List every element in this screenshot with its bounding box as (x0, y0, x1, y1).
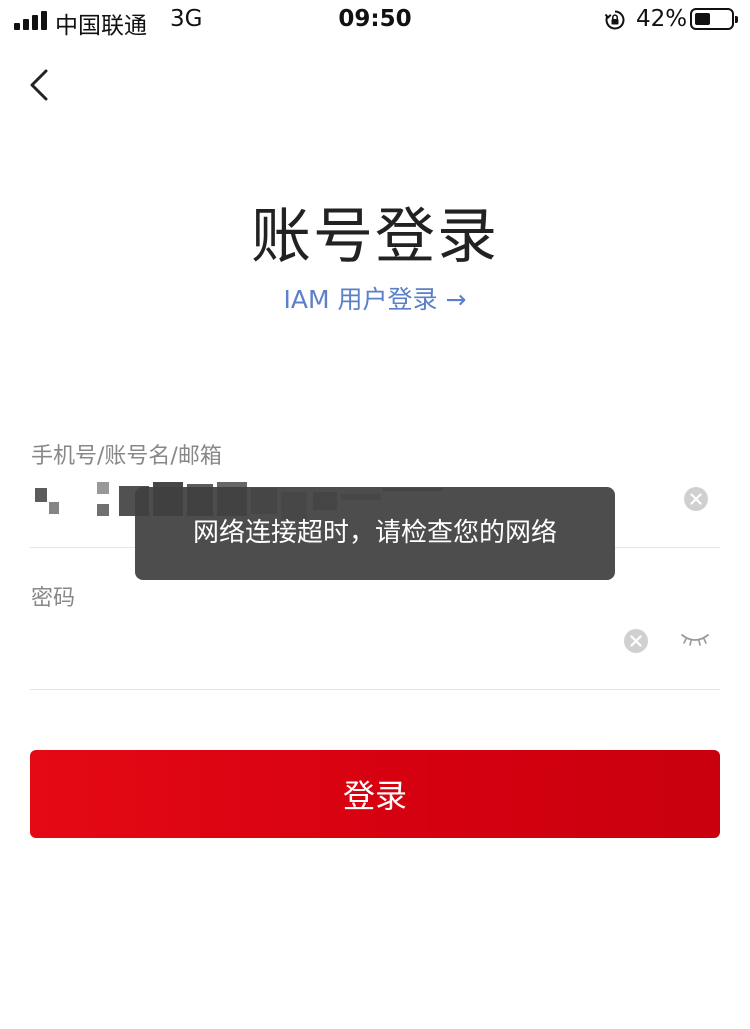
clear-circle-icon[interactable] (623, 628, 649, 654)
eye-closed-icon[interactable] (680, 630, 710, 650)
login-button[interactable]: 登录 (30, 750, 720, 838)
divider (30, 689, 720, 690)
chevron-left-icon[interactable] (26, 66, 56, 104)
iam-login-link[interactable]: IAM 用户登录 → (0, 280, 750, 316)
toast-message: 网络连接超时，请检查您的网络 (135, 487, 615, 580)
account-field-label: 手机号/账号名/邮箱 (31, 444, 222, 469)
clear-circle-icon[interactable] (683, 486, 709, 512)
rotation-lock-icon (604, 10, 625, 30)
battery-icon (690, 8, 738, 30)
battery-percent: 42% (636, 6, 688, 32)
status-bar: 中国联通 3G 09:50 42% (0, 0, 750, 42)
page-title: 账号登录 (251, 202, 499, 272)
password-field-label: 密码 (31, 586, 76, 611)
